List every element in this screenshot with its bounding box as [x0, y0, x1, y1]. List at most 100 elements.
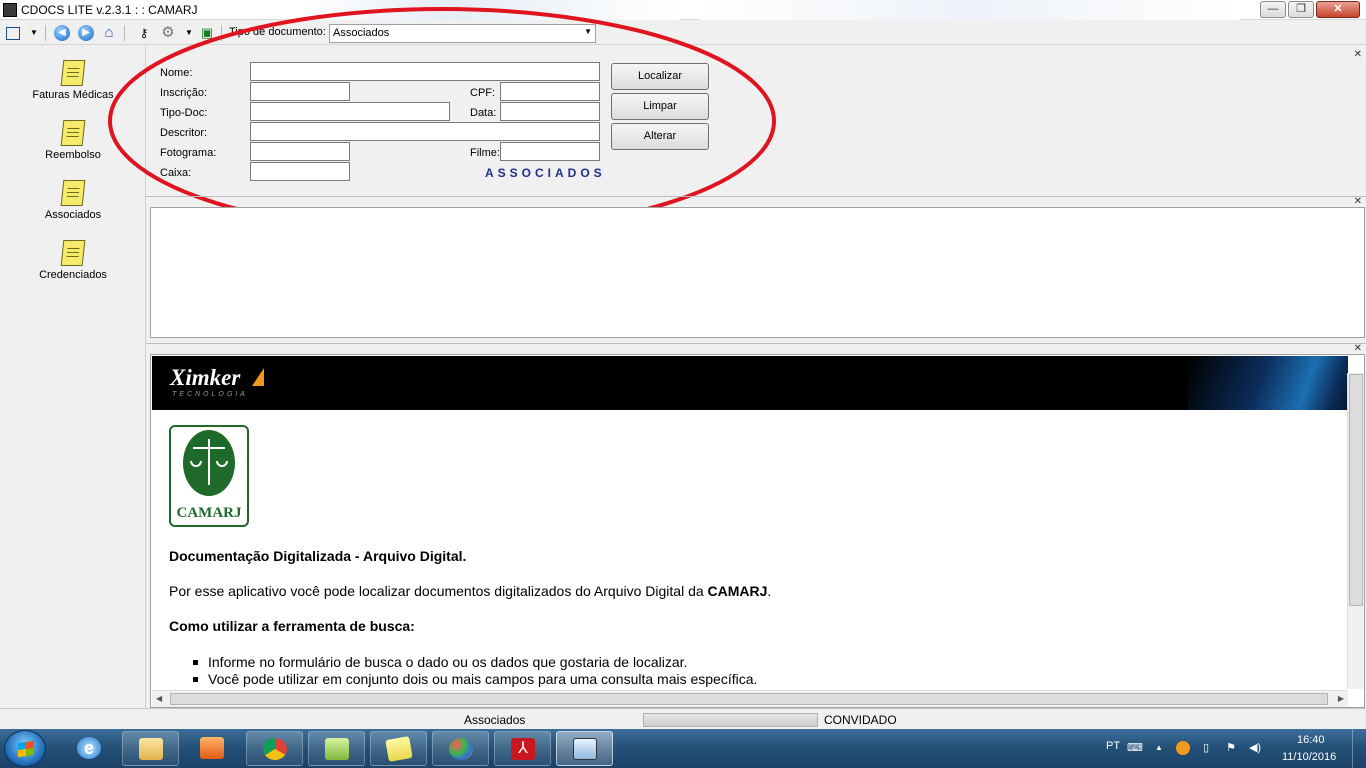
chrome-icon [263, 738, 287, 760]
scroll-icon [60, 60, 86, 86]
show-desktop-button[interactable] [1352, 729, 1366, 768]
clock-date[interactable]: 11/10/2016 [1282, 751, 1336, 763]
scales-bar [193, 447, 225, 449]
section-tag: ASSOCIADOS [485, 166, 606, 180]
taskbar-paint[interactable] [432, 731, 489, 766]
background-window-strip [700, 0, 1240, 20]
scrollbar-thumb[interactable] [1349, 374, 1363, 606]
banner-decoration [1188, 356, 1348, 410]
list-item: Informe no formulário de busca o dado ou… [192, 654, 688, 670]
camarj-logo: CAMARJ [169, 425, 249, 527]
data-field[interactable] [500, 102, 600, 121]
vertical-scrollbar[interactable] [1347, 373, 1364, 689]
back-icon[interactable]: ◀ [54, 25, 70, 41]
cdocs-app-icon [573, 738, 597, 760]
home-icon[interactable]: ⌂ [101, 25, 117, 41]
results-panel [150, 207, 1365, 338]
paint-icon [449, 738, 473, 760]
window-title: CDOCS LITE v.2.3.1 : : CAMARJ [21, 3, 198, 17]
close-icon[interactable]: ✕ [1354, 196, 1362, 207]
how-to-heading: Como utilizar a ferramenta de busca: [169, 618, 415, 634]
action-center-flag-icon[interactable]: ⚑ [1224, 741, 1238, 755]
taskbar: e ⅄ PT ⌨ ▲ ▯ ⚑ ◀) 16:40 11/10/2016 [0, 729, 1366, 768]
fotograma-field[interactable] [250, 142, 350, 161]
content-panel: Ximker TECNOLOGIA CAMARJ Documentação Di… [150, 354, 1365, 708]
key-icon[interactable]: ⚷ [136, 25, 152, 41]
fotograma-label: Fotograma: [160, 147, 217, 159]
layout-icon[interactable] [6, 27, 20, 40]
taskbar-chrome[interactable] [246, 731, 303, 766]
volume-icon[interactable]: ◀) [1248, 741, 1262, 755]
folder-icon [139, 738, 163, 760]
start-button[interactable] [4, 730, 46, 767]
chevron-down-icon[interactable]: ▼ [26, 25, 42, 41]
scroll-icon [60, 120, 86, 146]
taskbar-cdocs[interactable] [556, 731, 613, 766]
taskbar-ie[interactable]: e [61, 731, 118, 766]
taskbar-acrobat[interactable]: ⅄ [494, 731, 551, 766]
exit-icon[interactable]: ▣ [199, 25, 215, 41]
gear-icon[interactable]: ⚙ [160, 25, 176, 41]
cpf-field[interactable] [500, 82, 600, 101]
sidebar: Faturas Médicas Reembolso Associados Cre… [0, 46, 146, 708]
sidebar-item-label: Associados [44, 209, 102, 221]
panel-divider [146, 196, 1366, 197]
sidebar-item-associados[interactable]: Associados [0, 168, 146, 226]
inscricao-label: Inscrição: [160, 87, 208, 99]
caixa-field[interactable] [250, 162, 350, 181]
intro-bold: CAMARJ [707, 583, 768, 599]
sidebar-item-label: Credenciados [39, 269, 107, 281]
taskbar-sticky-notes[interactable] [370, 731, 427, 766]
search-panel: Nome: Inscrição: CPF: Tipo-Doc: Data: De… [146, 46, 1366, 195]
limpar-button[interactable]: Limpar [611, 93, 709, 120]
scroll-left-icon[interactable]: ◀ [156, 694, 162, 703]
sidebar-item-label: Reembolso [45, 149, 101, 161]
taskbar-explorer[interactable] [122, 731, 179, 766]
intro-text: Por esse aplicativo você pode localizar … [169, 583, 708, 599]
tipo-doc-label: Tipo-Doc: [160, 107, 208, 119]
scales-icon [208, 439, 210, 485]
maximize-button[interactable]: ❐ [1288, 1, 1314, 18]
avast-icon[interactable] [1176, 741, 1190, 755]
clock-time[interactable]: 16:40 [1297, 734, 1325, 746]
taskbar-notepad-plus[interactable] [308, 731, 365, 766]
close-icon[interactable]: ✕ [1354, 343, 1362, 354]
doc-type-select[interactable]: Associados ▼ [329, 24, 596, 43]
notepad-plus-icon [325, 738, 349, 760]
alterar-button[interactable]: Alterar [611, 123, 709, 150]
scroll-icon [60, 180, 86, 206]
inscricao-field[interactable] [250, 82, 350, 101]
descritor-field[interactable] [250, 122, 600, 141]
windows-logo-icon [18, 740, 34, 758]
minimize-button[interactable]: — [1260, 1, 1286, 18]
sidebar-item-credenciados[interactable]: Credenciados [0, 228, 146, 286]
internet-explorer-icon: e [77, 737, 101, 759]
scroll-right-icon[interactable]: ▶ [1338, 694, 1344, 703]
close-icon[interactable]: ✕ [1354, 49, 1362, 60]
sidebar-item-label: Faturas Médicas [32, 89, 114, 101]
status-progress-bar [643, 713, 818, 727]
keyboard-icon[interactable]: ⌨ [1127, 741, 1143, 755]
show-hidden-icons-icon[interactable]: ▲ [1152, 741, 1166, 755]
forward-icon[interactable]: ▶ [78, 25, 94, 41]
taskbar-media-player[interactable] [184, 731, 241, 766]
language-indicator[interactable]: PT [1106, 740, 1120, 752]
localizar-button[interactable]: Localizar [611, 63, 709, 90]
brand-banner: Ximker TECNOLOGIA [152, 356, 1348, 410]
close-button[interactable]: ✕ [1316, 1, 1360, 18]
doc-intro: Por esse aplicativo você pode localizar … [169, 583, 771, 599]
sidebar-item-faturas-medicas[interactable]: Faturas Médicas [0, 48, 146, 106]
chevron-down-icon[interactable]: ▼ [181, 25, 197, 41]
sticky-notes-icon [385, 736, 413, 762]
doc-type-label: Tipo de documento: [229, 26, 326, 38]
device-icon[interactable]: ▯ [1199, 741, 1213, 755]
doc-type-value: Associados [333, 27, 390, 39]
intro-end: . [767, 583, 772, 599]
scrollbar-thumb[interactable] [170, 693, 1328, 705]
doc-heading: Documentação Digitalizada - Arquivo Digi… [169, 548, 467, 564]
nome-field[interactable] [250, 62, 600, 81]
horizontal-scrollbar[interactable]: ◀ ▶ [152, 690, 1348, 707]
sidebar-item-reembolso[interactable]: Reembolso [0, 108, 146, 166]
tipo-doc-field[interactable] [250, 102, 450, 121]
filme-field[interactable] [500, 142, 600, 161]
